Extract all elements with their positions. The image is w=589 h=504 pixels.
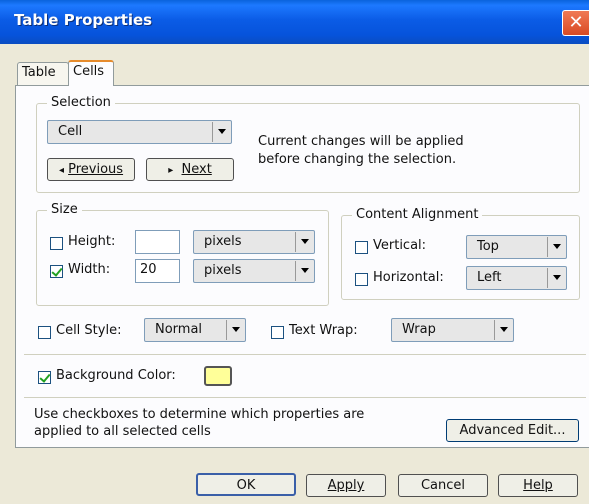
- height-checkbox[interactable]: [50, 237, 63, 250]
- chevron-down-icon: [226, 320, 244, 340]
- size-group-label: Size: [47, 202, 82, 217]
- close-icon: ✕: [568, 12, 584, 33]
- height-label: Height:: [68, 234, 116, 249]
- selection-info-line2: before changing the selection.: [258, 152, 457, 167]
- selection-dropdown[interactable]: Cell: [47, 120, 232, 144]
- help-button-label: Help: [523, 478, 553, 493]
- width-checkbox[interactable]: [50, 265, 63, 278]
- cancel-button[interactable]: Cancel: [398, 474, 488, 497]
- horizontal-align-value: Left: [477, 270, 502, 285]
- divider: [24, 354, 586, 355]
- triangle-right-icon: ▸: [168, 165, 174, 176]
- close-button[interactable]: ✕: [562, 10, 589, 36]
- previous-button[interactable]: ◂ Previous: [47, 158, 135, 181]
- width-label: Width:: [68, 262, 111, 277]
- divider: [24, 397, 586, 398]
- background-color-label: Background Color:: [56, 368, 176, 383]
- next-button-label: Next: [181, 162, 212, 177]
- next-button[interactable]: ▸ Next: [146, 158, 234, 181]
- background-color-checkbox[interactable]: [38, 371, 51, 384]
- selection-dropdown-value: Cell: [58, 124, 83, 139]
- advanced-edit-label: Advanced Edit...: [459, 423, 566, 438]
- window-title: Table Properties: [14, 11, 153, 29]
- horizontal-align-dropdown[interactable]: Left: [466, 266, 567, 290]
- vertical-label: Vertical:: [373, 238, 427, 253]
- table-properties-dialog: Table Properties ✕ Table Cells Selection…: [0, 0, 589, 504]
- vertical-align-dropdown[interactable]: Top: [466, 235, 567, 259]
- width-unit-value: pixels: [204, 263, 242, 278]
- cancel-button-label: Cancel: [420, 478, 466, 493]
- chevron-down-icon: [494, 320, 512, 340]
- chevron-down-icon: [547, 237, 565, 257]
- cell-style-checkbox[interactable]: [38, 326, 51, 339]
- text-wrap-dropdown[interactable]: Wrap: [391, 318, 514, 342]
- cell-style-value: Normal: [155, 322, 203, 337]
- advanced-edit-button[interactable]: Advanced Edit...: [446, 419, 579, 442]
- width-input[interactable]: 20: [135, 259, 180, 283]
- horizontal-checkbox[interactable]: [355, 273, 368, 286]
- text-wrap-checkbox[interactable]: [271, 326, 284, 339]
- apply-button-label: Apply: [327, 478, 365, 493]
- chevron-down-icon: [295, 232, 313, 252]
- help-button[interactable]: Help: [498, 474, 578, 497]
- cell-style-dropdown[interactable]: Normal: [144, 318, 246, 342]
- vertical-checkbox[interactable]: [355, 241, 368, 254]
- hint-line1: Use checkboxes to determine which proper…: [34, 407, 365, 422]
- apply-button[interactable]: Apply: [306, 474, 386, 497]
- tab-table[interactable]: Table: [17, 62, 69, 86]
- cells-tab-panel: Selection Cell ◂ Previous ▸ Next Current…: [15, 85, 589, 448]
- tab-cells-label: Cells: [73, 64, 105, 79]
- triangle-left-icon: ◂: [58, 165, 64, 176]
- chevron-down-icon: [212, 122, 230, 142]
- title-bar[interactable]: Table Properties ✕: [0, 0, 589, 44]
- chevron-down-icon: [547, 268, 565, 288]
- width-unit-dropdown[interactable]: pixels: [193, 259, 315, 283]
- selection-info-line1: Current changes will be applied: [258, 134, 464, 149]
- height-input[interactable]: [135, 230, 180, 254]
- vertical-align-value: Top: [477, 239, 499, 254]
- height-unit-dropdown[interactable]: pixels: [193, 230, 315, 254]
- height-unit-value: pixels: [204, 234, 242, 249]
- tab-cells[interactable]: Cells: [68, 60, 114, 86]
- text-wrap-label: Text Wrap:: [289, 323, 358, 338]
- size-group: Size: [36, 202, 329, 306]
- previous-button-label: Previous: [68, 162, 124, 177]
- content-alignment-label: Content Alignment: [352, 207, 483, 222]
- ok-button[interactable]: OK: [196, 473, 296, 496]
- tab-table-label: Table: [22, 65, 56, 80]
- selection-group-label: Selection: [47, 95, 115, 110]
- hint-line2: applied to all selected cells: [34, 424, 211, 439]
- chevron-down-icon: [295, 261, 313, 281]
- cell-style-label: Cell Style:: [56, 323, 122, 338]
- background-color-swatch[interactable]: [204, 366, 232, 386]
- horizontal-label: Horizontal:: [373, 270, 444, 285]
- ok-button-label: OK: [236, 478, 256, 493]
- text-wrap-value: Wrap: [402, 322, 436, 337]
